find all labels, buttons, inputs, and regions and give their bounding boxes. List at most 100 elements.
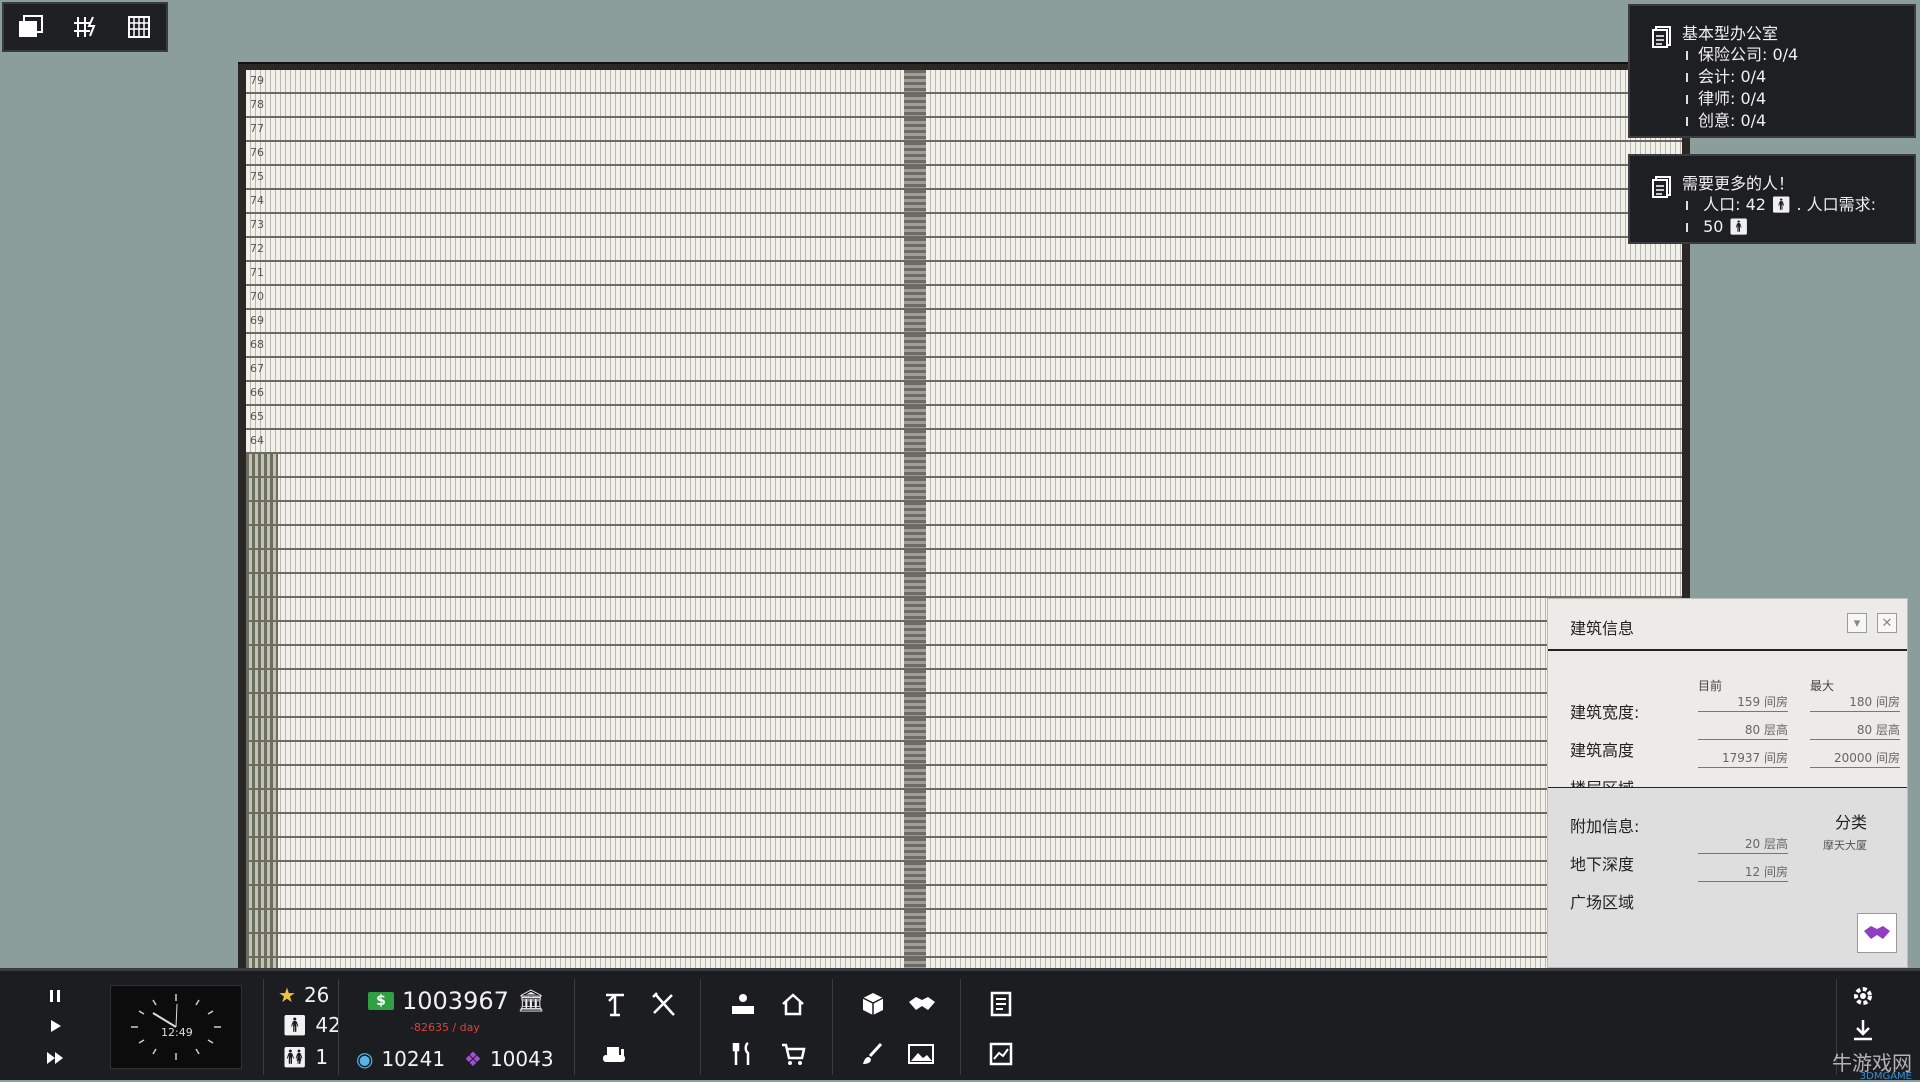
tools-icon[interactable] <box>646 987 680 1021</box>
floor[interactable] <box>246 574 1682 598</box>
stairwell <box>246 454 278 476</box>
floor[interactable]: 72 <box>246 238 1682 262</box>
elevator-shaft <box>904 142 926 164</box>
handshake-icon[interactable] <box>1857 913 1897 953</box>
floor[interactable] <box>246 910 1682 934</box>
stairwell <box>246 886 278 908</box>
play-button[interactable] <box>44 1015 66 1037</box>
paint-brush-icon[interactable] <box>856 1037 890 1071</box>
money-icon: $ <box>368 992 394 1010</box>
floor[interactable]: 76 <box>246 142 1682 166</box>
height-label: 建筑高度 <box>1570 741 1635 760</box>
floor[interactable] <box>246 454 1682 478</box>
floor[interactable]: 71 <box>246 262 1682 286</box>
collapse-icon[interactable]: ▾ <box>1847 613 1867 633</box>
floor[interactable] <box>246 766 1682 790</box>
floor[interactable]: 67 <box>246 358 1682 382</box>
floor[interactable] <box>246 814 1682 838</box>
floor[interactable] <box>246 742 1682 766</box>
office-item-insurance: 保险公司: 0/4 <box>1686 44 1798 66</box>
floor[interactable]: 73 <box>246 214 1682 238</box>
house-icon[interactable] <box>776 987 810 1021</box>
pause-button[interactable] <box>44 985 66 1007</box>
elevator-shaft <box>904 718 926 740</box>
bottom-bar: 12:49 ★ 26 🚹︎ 42 🚻︎ 1 $ 1003967 🏛︎ -8263… <box>0 968 1920 1082</box>
floor-stack: 79 78 77 76 75 74 73 72 71 70 69 68 67 66 65 64 <box>246 70 1682 1064</box>
building-icon[interactable] <box>121 9 157 45</box>
download-icon[interactable] <box>1846 1013 1880 1047</box>
crane-icon[interactable] <box>598 987 632 1021</box>
shopping-cart-icon[interactable] <box>776 1037 810 1071</box>
floor[interactable]: 78 <box>246 94 1682 118</box>
eco-icon: ◉ <box>356 1047 374 1071</box>
floor[interactable]: 64 <box>246 430 1682 454</box>
close-icon[interactable]: ✕ <box>1877 613 1897 633</box>
population-demand-label: . 人口需求: <box>1796 195 1877 214</box>
stairwell <box>246 814 278 836</box>
floor[interactable]: 77 <box>246 118 1682 142</box>
office-notice-title: 基本型办公室 <box>1682 24 1779 43</box>
floor[interactable]: 69 <box>246 310 1682 334</box>
watermark-sub: 3DMGAME <box>1859 1071 1912 1082</box>
office-item-creative: 创意: 0/4 <box>1686 110 1798 132</box>
stairwell <box>246 718 278 740</box>
floor[interactable] <box>246 598 1682 622</box>
bank-icon[interactable]: 🏛︎ <box>517 989 545 1014</box>
storage-box-icon[interactable] <box>856 987 890 1021</box>
floor[interactable] <box>246 694 1682 718</box>
floor[interactable] <box>246 526 1682 550</box>
floor[interactable] <box>246 502 1682 526</box>
underground-label: 地下深度 <box>1570 855 1635 874</box>
landscape-icon[interactable] <box>904 1037 938 1071</box>
floor-number: 75 <box>250 170 264 183</box>
stairwell <box>246 910 278 932</box>
grid-power-icon[interactable] <box>67 9 103 45</box>
star-count: 26 <box>303 983 330 1007</box>
floor[interactable] <box>246 838 1682 862</box>
worker-icon: 🚻︎ <box>282 1045 308 1069</box>
document-icon <box>1652 176 1672 202</box>
floor[interactable]: 74 <box>246 190 1682 214</box>
elevator-shaft <box>904 502 926 524</box>
contract-icon[interactable] <box>984 987 1018 1021</box>
floor[interactable]: 70 <box>246 286 1682 310</box>
floor[interactable] <box>246 886 1682 910</box>
floor[interactable] <box>246 670 1682 694</box>
floor[interactable]: 68 <box>246 334 1682 358</box>
population-notice-title: 需要更多的人！ <box>1682 174 1795 193</box>
elevator-shaft <box>904 598 926 620</box>
floor[interactable] <box>246 862 1682 886</box>
floor-number: 67 <box>250 362 264 375</box>
window-copy-icon[interactable] <box>13 9 49 45</box>
elevator-shaft <box>904 334 926 356</box>
floor[interactable] <box>246 934 1682 958</box>
star-icon: ★ <box>278 983 296 1007</box>
gear-icon[interactable] <box>1846 979 1880 1013</box>
restaurant-icon[interactable] <box>726 1037 760 1071</box>
elevator-shaft <box>904 742 926 764</box>
money-value: 1003967 <box>402 987 509 1015</box>
floor[interactable] <box>246 718 1682 742</box>
floor[interactable]: 66 <box>246 382 1682 406</box>
office-notice[interactable]: 基本型办公室 保险公司: 0/4 会计: 0/4 律师: 0/4 创意: 0/4 <box>1628 4 1916 138</box>
extra-info-label: 附加信息: <box>1570 817 1640 836</box>
floor[interactable] <box>246 646 1682 670</box>
skyscraper: 79 78 77 76 75 74 73 72 71 70 69 68 67 66 65 64 <box>238 64 1690 1064</box>
bulldozer-icon[interactable] <box>598 1037 632 1071</box>
floor[interactable]: 65 <box>246 406 1682 430</box>
fast-forward-button[interactable] <box>44 1047 66 1069</box>
floor[interactable]: 75 <box>246 166 1682 190</box>
population-notice[interactable]: 需要更多的人！ 人口: 42 🚹︎ . 人口需求: 50 🚹︎ <box>1628 154 1916 244</box>
money-display: $ 1003967 🏛︎ <box>368 987 545 1015</box>
floor[interactable] <box>246 622 1682 646</box>
statistics-icon[interactable] <box>984 1037 1018 1071</box>
eco-stat: ◉ 10241 <box>356 1047 445 1071</box>
partnership-icon[interactable] <box>904 987 938 1021</box>
floor[interactable] <box>246 550 1682 574</box>
floor[interactable]: 79 <box>246 70 1682 94</box>
floor-area-max: 20000 间房 <box>1810 749 1900 768</box>
reception-icon[interactable] <box>726 987 760 1021</box>
floor-number: 72 <box>250 242 264 255</box>
floor[interactable] <box>246 790 1682 814</box>
floor[interactable] <box>246 478 1682 502</box>
